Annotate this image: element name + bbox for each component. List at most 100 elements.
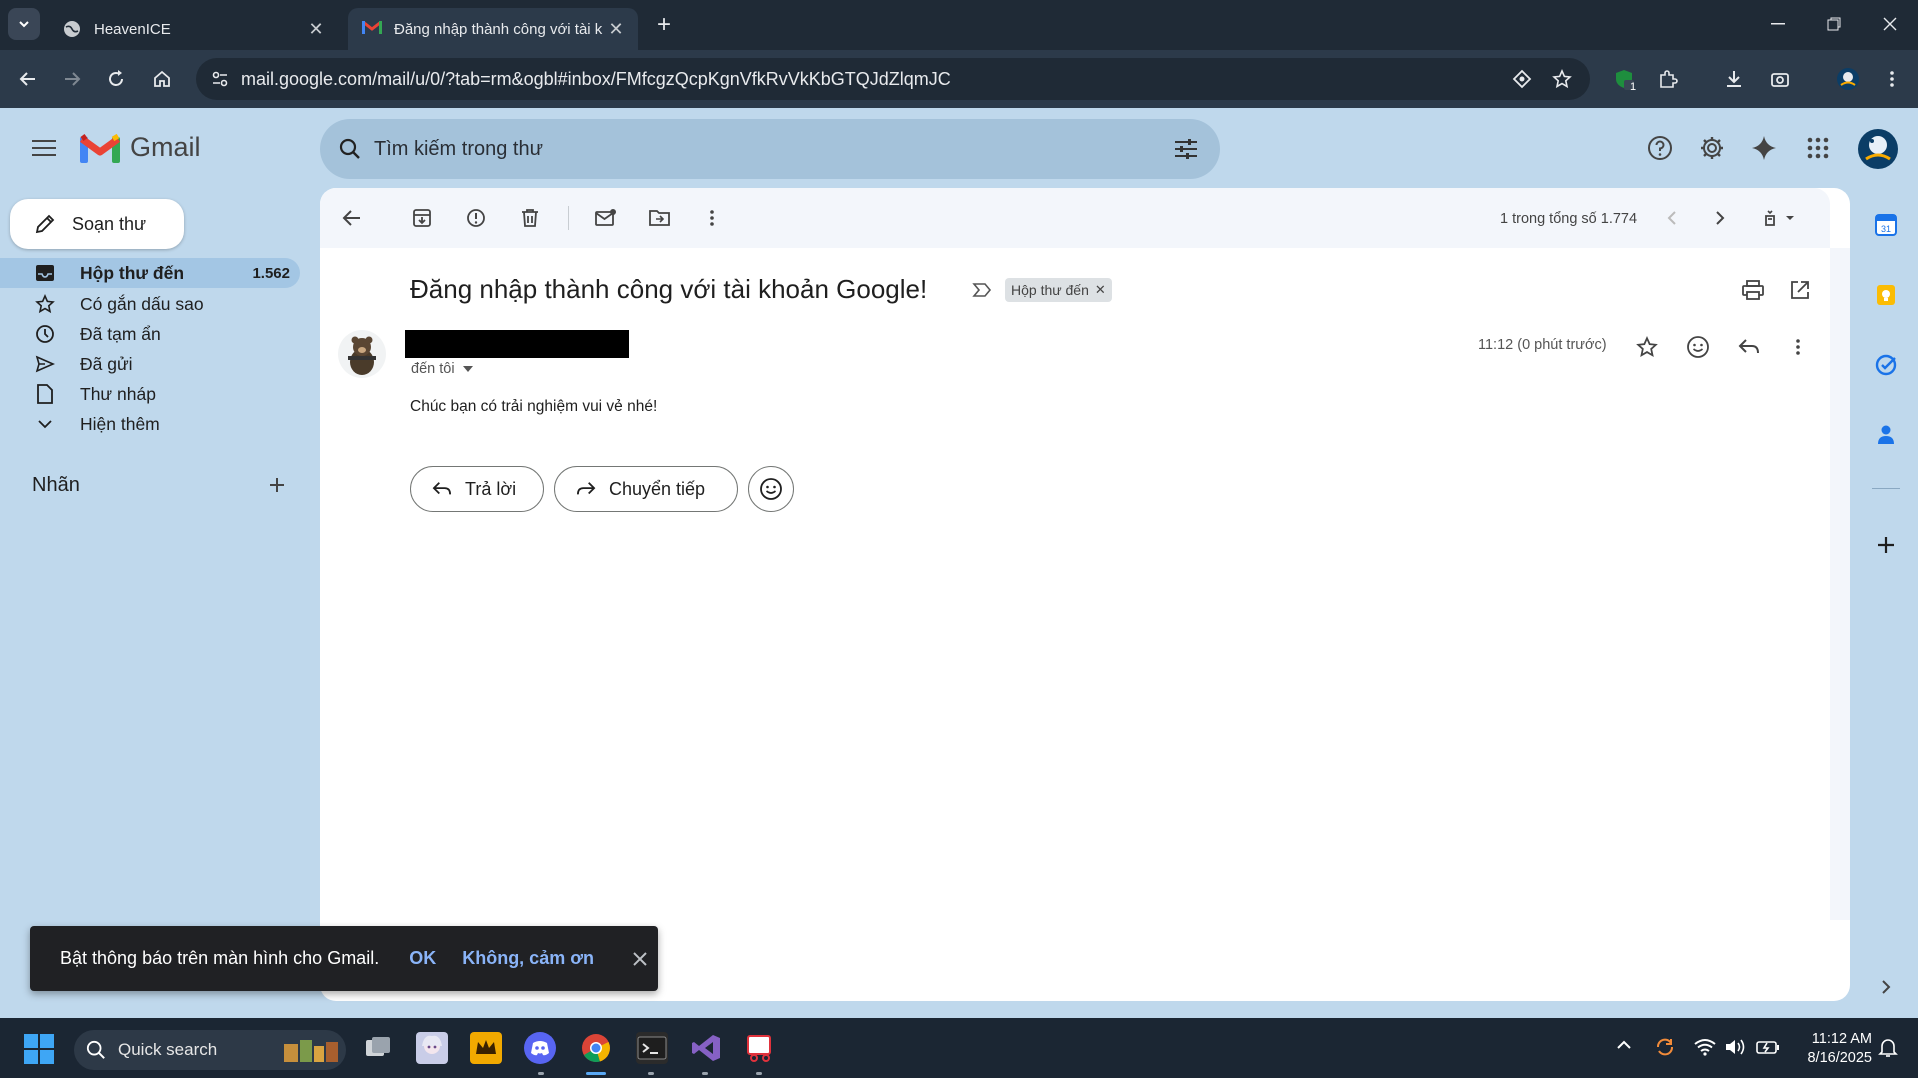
browser-tab-gmail[interactable]: Đăng nhập thành công với tài k ✕ [348,8,638,50]
new-tab-icon[interactable]: + [648,9,680,41]
sidebar-item-inbox[interactable]: Hộp thư đến 1.562 [0,258,300,288]
extensions-puzzle-icon[interactable] [1652,63,1684,95]
importance-marker-icon[interactable] [972,282,992,298]
sender-avatar[interactable] [338,330,386,378]
apps-grid-icon[interactable] [1802,132,1834,164]
close-tab-icon[interactable]: ✕ [304,17,328,41]
sidebar-item-snoozed[interactable]: Đã tạm ẩn [0,319,300,349]
search-bar[interactable]: Tìm kiếm trong thư [320,119,1220,179]
anime-app-icon[interactable] [416,1032,448,1064]
add-label-icon[interactable] [265,473,289,497]
tasks-icon[interactable] [1872,351,1900,379]
sidebar-item-drafts[interactable]: Thư nháp [0,379,300,409]
search-input[interactable]: Tìm kiếm trong thư [374,119,543,179]
close-tab-icon[interactable]: ✕ [604,17,628,41]
windows-start-icon[interactable] [24,1034,54,1064]
search-options-icon[interactable] [1170,133,1202,165]
terminal-icon[interactable] [636,1032,668,1064]
crown-app-icon[interactable] [470,1032,502,1064]
contacts-icon[interactable] [1872,421,1900,449]
snackbar-close-icon[interactable] [628,947,652,971]
sidebar-item-sent[interactable]: Đã gửi [0,349,300,379]
calendar-icon[interactable]: 31 [1872,211,1900,239]
search-icon[interactable] [334,133,366,165]
sidebar-item-label: Thư nháp [80,383,156,404]
download-icon[interactable] [1718,63,1750,95]
settings-gear-icon[interactable] [1696,132,1728,164]
snackbar-ok-button[interactable]: OK [409,948,436,969]
home-icon[interactable] [146,63,178,95]
bookmark-star-icon[interactable] [1546,63,1578,95]
visual-studio-icon[interactable] [690,1032,722,1064]
forward-button[interactable]: Chuyển tiếp [554,466,738,512]
print-icon[interactable] [1742,280,1764,300]
newer-chevron-icon[interactable] [1658,204,1686,232]
reply-button[interactable]: Trả lời [410,466,544,512]
recipient-text: đến tôi [411,361,455,377]
sidebar-item-more[interactable]: Hiện thêm [0,409,300,439]
add-addon-icon[interactable] [1872,531,1900,559]
chrome-icon[interactable] [580,1032,612,1064]
emoji-react-button[interactable] [748,466,794,512]
input-tools-icon[interactable] [1760,204,1800,232]
add-reaction-icon[interactable] [1686,335,1710,359]
volume-icon[interactable] [1724,1038,1746,1056]
notification-bell-icon[interactable] [1878,1038,1898,1058]
more-actions-icon[interactable] [698,204,726,232]
site-info-icon[interactable] [204,63,236,95]
sidebar-item-starred[interactable]: Có gắn dấu sao [0,289,300,319]
battery-icon[interactable] [1756,1038,1780,1056]
compose-button[interactable]: Soạn thư [10,199,184,249]
snackbar-message: Bật thông báo trên màn hình cho Gmail. [60,948,380,968]
remove-label-icon[interactable]: ✕ [1095,278,1106,302]
expand-rail-chevron-icon[interactable] [1872,973,1900,1001]
star-message-icon[interactable] [1636,336,1658,358]
message-more-icon[interactable] [1795,338,1801,356]
screenshot-icon[interactable] [1764,63,1796,95]
caret-down-icon[interactable] [462,366,473,372]
sync-icon[interactable] [1654,1036,1676,1058]
reply-icon[interactable] [1738,337,1760,357]
keep-icon[interactable] [1872,281,1900,309]
chevron-down-icon [33,412,57,436]
windows-taskbar: Quick search 11:12 AM 8/16/2025 [0,1018,1918,1078]
snipping-tool-icon[interactable] [744,1032,776,1064]
account-avatar[interactable] [1858,129,1898,169]
browser-menu-icon[interactable] [1876,63,1908,95]
tray-overflow-chevron-icon[interactable] [1616,1040,1632,1050]
forward-arrow-icon[interactable] [56,63,88,95]
lens-icon[interactable] [1506,63,1538,95]
report-spam-icon[interactable] [462,204,490,232]
address-bar[interactable]: mail.google.com/mail/u/0/?tab=rm&ogbl#in… [196,58,1590,100]
recipient-details[interactable]: đến tôi [411,361,473,377]
task-view-icon[interactable] [362,1032,394,1064]
shield-extension-icon[interactable]: 1 [1608,63,1640,95]
restore-window-icon[interactable] [1820,12,1848,36]
older-chevron-icon[interactable] [1706,204,1734,232]
taskbar-clock[interactable]: 11:12 AM 8/16/2025 [1796,1030,1872,1068]
taskbar-search-box[interactable]: Quick search [74,1030,346,1070]
taskbar-search-label: Quick search [118,1040,218,1059]
mark-unread-icon[interactable] [592,204,620,232]
close-window-icon[interactable] [1876,12,1904,36]
reload-icon[interactable] [100,63,132,95]
gemini-sparkle-icon[interactable] [1748,132,1780,164]
main-menu-icon[interactable] [28,132,60,164]
help-icon[interactable] [1644,132,1676,164]
archive-icon[interactable] [408,204,436,232]
profile-avatar-icon[interactable] [1832,63,1864,95]
tab-search-button[interactable] [8,8,40,40]
sidebar-item-label: Hiện thêm [80,413,160,434]
delete-icon[interactable] [516,204,544,232]
browser-tab-heavenice[interactable]: HeavenICE ✕ [48,8,338,50]
back-to-inbox-icon[interactable] [338,204,366,232]
open-new-window-icon[interactable] [1790,280,1810,300]
minimize-window-icon[interactable] [1764,12,1792,36]
discord-icon[interactable] [524,1032,556,1064]
wifi-icon[interactable] [1694,1038,1716,1056]
gmail-logo[interactable]: Gmail [80,132,201,163]
move-to-icon[interactable] [646,204,674,232]
back-arrow-icon[interactable] [12,63,44,95]
clock-icon [33,322,57,346]
snackbar-decline-button[interactable]: Không, cảm ơn [462,948,594,969]
